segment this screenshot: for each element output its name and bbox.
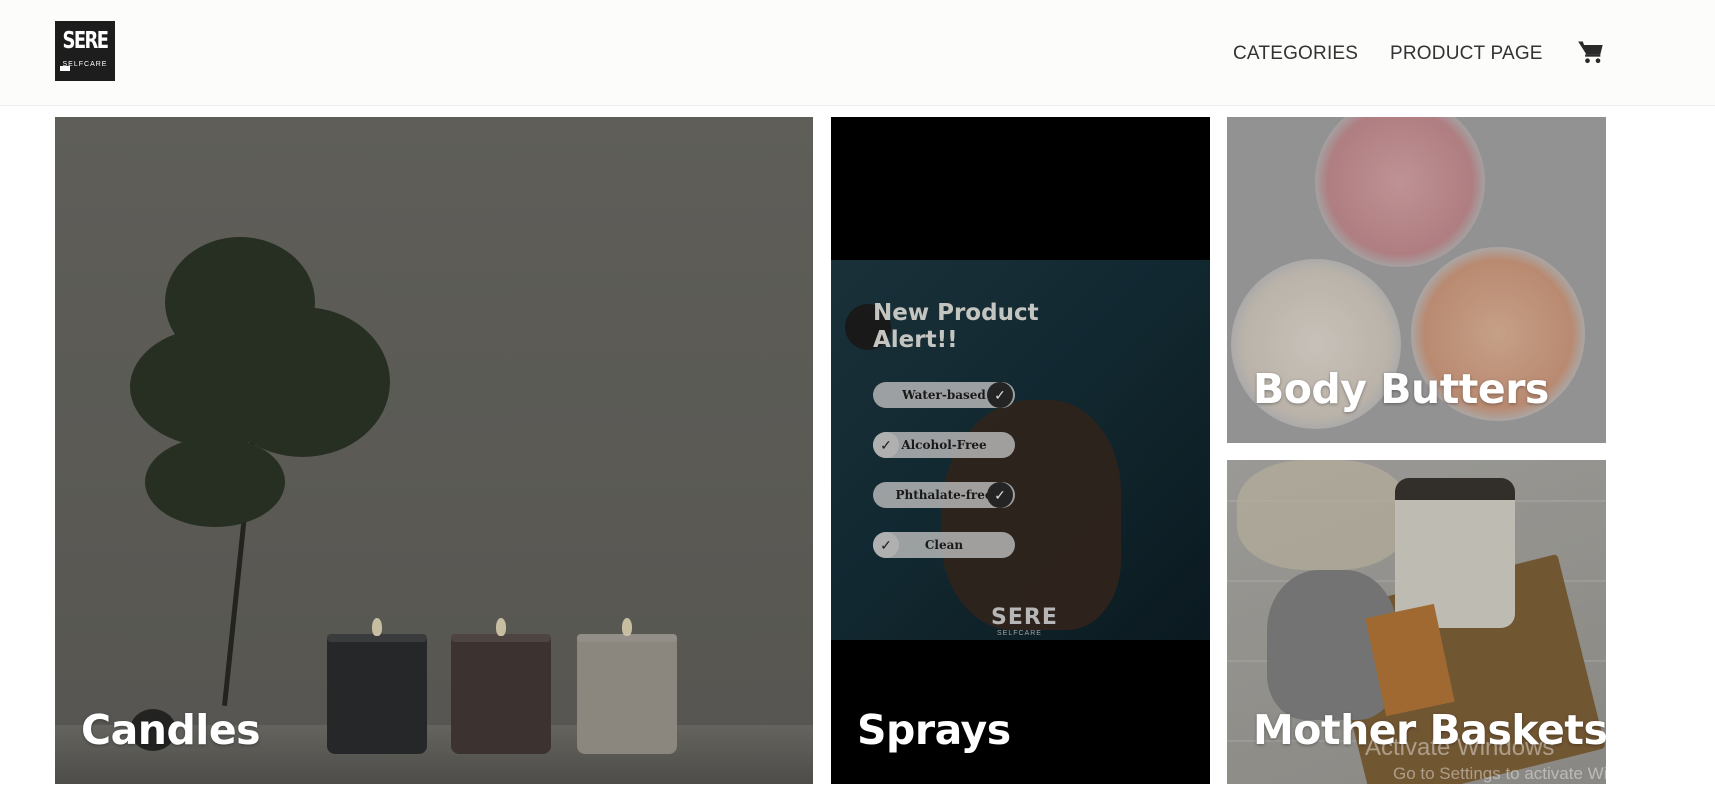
logo[interactable]: SERE SELFCARE — [55, 21, 115, 81]
nav-link-product-page[interactable]: PRODUCT PAGE — [1390, 43, 1543, 65]
category-tile-sprays[interactable]: New Product Alert!! Water-based ✓ Alcoho… — [831, 117, 1210, 784]
activate-windows-subtitle: Go to Settings to activate Windows. — [1393, 764, 1662, 783]
tile-label-sprays: Sprays — [857, 706, 1011, 754]
site-header: SERE SELFCARE CATEGORIES PRODUCT PAGE — [0, 0, 1715, 106]
shopping-cart-icon[interactable] — [1577, 38, 1605, 66]
activate-windows-title: Activate Windows — [1365, 734, 1555, 761]
category-tile-candles[interactable]: Candles — [55, 117, 813, 784]
tile-overlay — [831, 117, 1210, 784]
logo-text: SERE — [62, 28, 109, 54]
nav-link-categories[interactable]: CATEGORIES — [1233, 43, 1358, 65]
tile-label-candles: Candles — [81, 706, 261, 754]
tile-overlay — [55, 117, 813, 784]
category-tile-body-butters[interactable]: Body Butters — [1227, 117, 1606, 443]
logo-bar — [60, 66, 70, 71]
tile-label-body-butters: Body Butters — [1253, 365, 1549, 413]
